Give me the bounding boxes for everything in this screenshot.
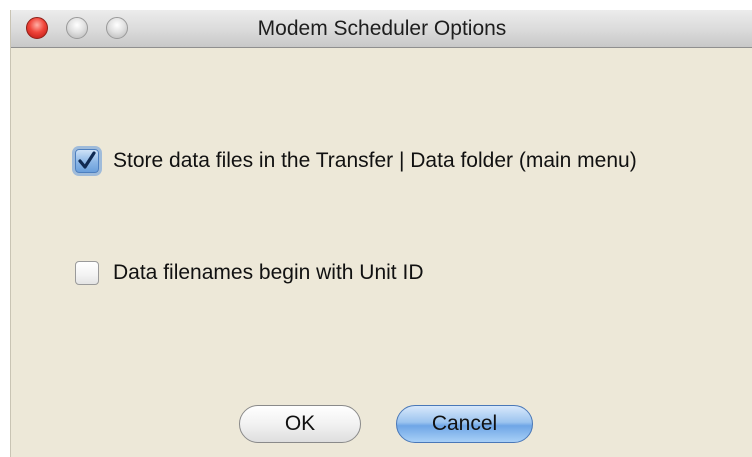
checkmark-icon bbox=[78, 151, 96, 169]
ok-button[interactable]: OK bbox=[239, 405, 361, 443]
window-title: Modem Scheduler Options bbox=[257, 17, 507, 40]
option-filenames-unit-id[interactable]: Data filenames begin with Unit ID bbox=[75, 261, 423, 285]
store-data-files-checkbox[interactable] bbox=[75, 149, 99, 173]
dialog-window: Modem Scheduler Options Store data files… bbox=[10, 10, 752, 457]
title-bar[interactable]: Modem Scheduler Options bbox=[11, 10, 752, 48]
filenames-unit-id-checkbox[interactable] bbox=[75, 261, 99, 285]
cancel-button[interactable]: Cancel bbox=[396, 405, 533, 443]
store-data-files-label: Store data files in the Transfer | Data … bbox=[113, 149, 637, 172]
option-store-data-files[interactable]: Store data files in the Transfer | Data … bbox=[75, 149, 637, 173]
filenames-unit-id-label: Data filenames begin with Unit ID bbox=[113, 261, 424, 284]
